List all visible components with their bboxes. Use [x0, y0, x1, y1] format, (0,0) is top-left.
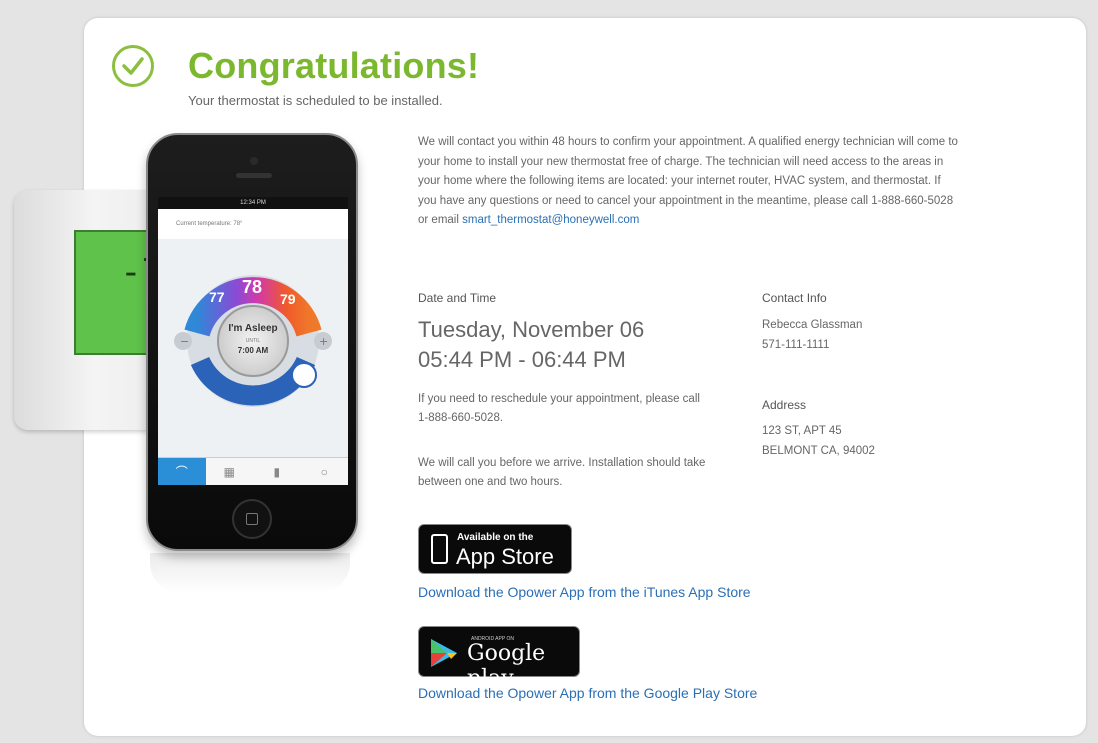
phone-image: 12:34 PM Current temperature: 78° − + 77… [146, 133, 358, 551]
contact-details: Rebecca Glassman 571-111-1111 [762, 315, 862, 355]
address-line2: BELMONT CA, 94002 [762, 445, 875, 457]
contact-name: Rebecca Glassman [762, 319, 863, 331]
appointment-time: 05:44 PM - 06:44 PM [418, 347, 626, 372]
svg-text:−: − [180, 335, 189, 348]
temp-high: 79 [280, 291, 296, 307]
google-play-badge[interactable]: ANDROID APP ON Google play [418, 626, 580, 691]
phone-tab-bar: ⌒ ▦ ▮ ○ [158, 457, 348, 485]
mode-button: I'm Asleep UNTIL 7:00 AM [217, 305, 289, 377]
current-temperature-label: Current temperature: 78° [158, 209, 348, 239]
until-label: UNTIL [245, 338, 261, 344]
success-check-icon [112, 45, 154, 87]
contact-phone: 571-111-1111 [762, 339, 830, 351]
intro-paragraph: We will contact you within 48 hours to c… [418, 133, 958, 231]
contact-info-label: Contact Info [762, 291, 827, 305]
google-play-download-link[interactable]: Download the Opower App from the Google … [418, 685, 757, 701]
mode-label: I'm Asleep [228, 323, 278, 334]
appointment-datetime: Tuesday, November 06 05:44 PM - 06:44 PM [418, 315, 644, 375]
phone-reflection [150, 553, 350, 593]
address-details: 123 ST, APT 45 BELMONT CA, 94002 [762, 421, 875, 461]
schedule-tab-icon: ▦ [223, 465, 235, 479]
date-time-label: Date and Time [418, 291, 497, 305]
app-store-badge[interactable]: Available on the App Store [418, 524, 572, 574]
appstore-small-text: Available on the [457, 532, 534, 543]
until-time: 7:00 AM [237, 346, 269, 355]
chart-tab-icon: ▮ [273, 465, 281, 479]
temp-current: 78 [242, 277, 263, 297]
support-email-link[interactable]: smart_thermostat@honeywell.com [462, 214, 639, 226]
appointment-date: Tuesday, November 06 [418, 317, 645, 342]
svg-text:+: + [319, 335, 328, 348]
intro-text: We will contact you within 48 hours to c… [418, 136, 958, 226]
phone-speaker [236, 173, 272, 178]
appstore-big-text: App Store [456, 544, 554, 569]
settings-tab-icon: ○ [320, 465, 328, 479]
page-title: Congratulations! [188, 45, 480, 86]
temp-low: 77 [209, 289, 225, 305]
phone-screen: 12:34 PM Current temperature: 78° − + 77… [158, 197, 348, 485]
phone-home-button [232, 499, 272, 539]
phone-camera [250, 157, 258, 165]
address-line1: 123 ST, APT 45 [762, 425, 842, 437]
address-label: Address [762, 398, 807, 412]
play-triangle-icon [431, 639, 457, 667]
apple-phone-icon [431, 534, 448, 564]
reschedule-note: If you need to reschedule your appointme… [418, 393, 700, 424]
arrival-note: We will call you before we arrive. Insta… [418, 457, 706, 488]
gplay-big-text: Google play [467, 641, 546, 691]
itunes-download-link[interactable]: Download the Opower App from the iTunes … [418, 584, 751, 600]
temperature-dial: − + 77 78 79 I'm Asleep UNTIL 7:00 AM [172, 257, 334, 419]
phone-status-bar: 12:34 PM [158, 197, 348, 209]
page-subtitle: Your thermostat is scheduled to be insta… [188, 93, 443, 108]
home-tab-icon: ⌒ [158, 458, 206, 485]
